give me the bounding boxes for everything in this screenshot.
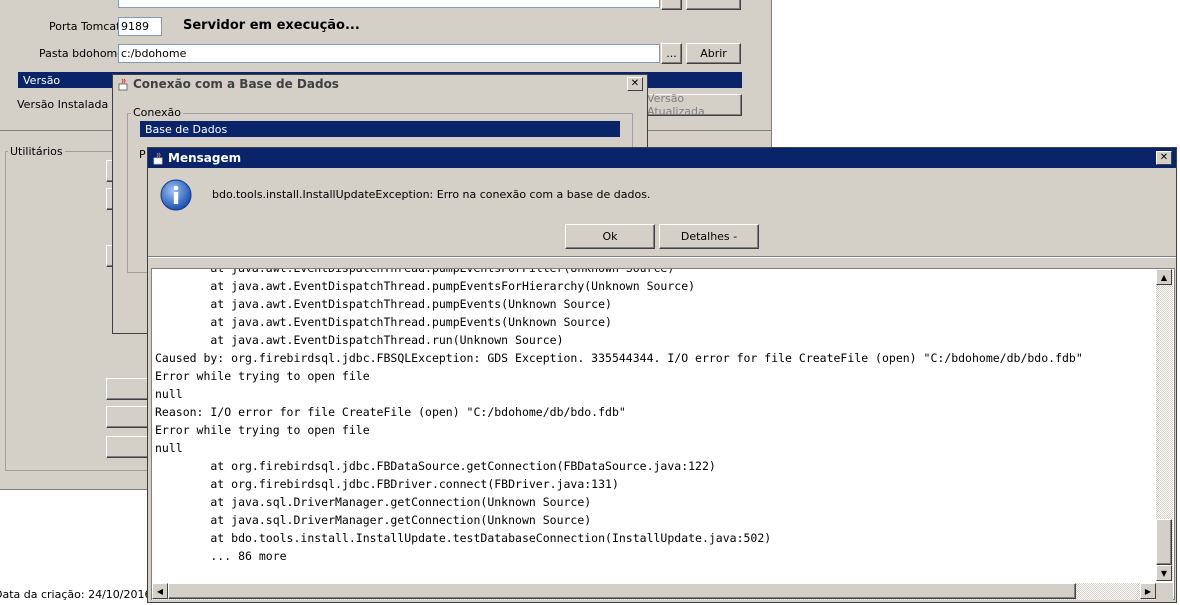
browse-button[interactable]: ...	[661, 43, 682, 64]
server-status: Servidor em execução...	[183, 18, 360, 33]
stack-trace-line: Error while trying to open file	[155, 369, 370, 383]
stack-trace-line: at java.awt.EventDispatchThread.pumpEven…	[155, 279, 696, 293]
stack-trace-line: at bdo.tools.install.InstallUpdate.testD…	[155, 531, 772, 545]
utility-button-5[interactable]	[106, 406, 150, 428]
java-icon	[116, 77, 130, 91]
stack-trace-line: at java.awt.EventDispatchThread.pumpEven…	[155, 268, 675, 275]
top-field[interactable]	[118, 0, 660, 8]
stack-trace-line: at org.firebirdsql.jdbc.FBDriver.connect…	[155, 477, 619, 491]
horizontal-scroll-thumb[interactable]	[168, 583, 1076, 599]
bdohome-input[interactable]: c:/bdohome	[118, 44, 660, 63]
scroll-up-button[interactable]: ▲	[1156, 269, 1172, 285]
stack-trace-line: at java.awt.EventDispatchThread.pumpEven…	[155, 297, 612, 311]
stack-trace-text: at java.awt.EventDispatchThread.pumpEven…	[155, 268, 1083, 565]
scroll-left-button[interactable]: ◀	[152, 583, 168, 599]
dialog-separator-highlight	[148, 257, 1176, 258]
scroll-right-button[interactable]: ▶	[1140, 583, 1156, 599]
stack-trace-line: Error while trying to open file	[155, 423, 370, 437]
stack-trace-line: Reason: I/O error for file CreateFile (o…	[155, 405, 626, 419]
top-browse-button[interactable]	[661, 0, 682, 10]
message-title: Mensagem	[168, 151, 242, 165]
details-button[interactable]: Detalhes -	[659, 224, 759, 249]
utilities-group-title: Utilitários	[8, 145, 65, 158]
stack-trace-line: null	[155, 441, 183, 455]
stack-trace-line: at java.sql.DriverManager.getConnection(…	[155, 495, 592, 509]
conexao-partial-label: P	[139, 148, 146, 161]
open-button[interactable]: Abrir	[686, 43, 741, 64]
database-tab-row[interactable]: Base de Dados	[140, 121, 620, 137]
message-close-button[interactable]: ✕	[1156, 151, 1172, 165]
stack-trace-line: at java.awt.EventDispatchThread.run(Unkn…	[155, 333, 564, 347]
vertical-scroll-thumb[interactable]	[1156, 519, 1172, 565]
stack-trace-line: ... 86 more	[155, 549, 287, 563]
ok-button[interactable]: Ok	[565, 224, 655, 249]
conexao-group-title: Conexão	[131, 106, 183, 119]
scroll-corner	[1156, 583, 1173, 600]
stack-trace-line: null	[155, 387, 183, 401]
message-dialog: Mensagem ✕ bdo.tools.install.InstallUpda…	[147, 147, 1177, 603]
conexao-close-button[interactable]: ✕	[627, 77, 643, 91]
updated-version-label: Versão Atualizada	[647, 92, 705, 118]
scroll-down-button[interactable]: ▼	[1156, 565, 1172, 581]
message-titlebar: Mensagem	[148, 148, 1176, 168]
top-action-button[interactable]	[686, 0, 741, 10]
stack-trace-line: at java.awt.EventDispatchThread.pumpEven…	[155, 315, 612, 329]
installed-version-label: Versão Instalada	[17, 98, 109, 111]
utility-button-4[interactable]	[106, 378, 150, 400]
stack-trace-line: at org.firebirdsql.jdbc.FBDataSource.get…	[155, 459, 716, 473]
stack-trace-line: Caused by: org.firebirdsql.jdbc.FBSQLExc…	[155, 351, 1083, 365]
tomcat-port-input[interactable]: 9189	[118, 17, 162, 36]
message-text: bdo.tools.install.InstallUpdateException…	[212, 188, 651, 201]
stack-trace-area[interactable]: at java.awt.EventDispatchThread.pumpEven…	[151, 268, 1175, 600]
utility-button-6[interactable]	[106, 436, 150, 458]
conexao-titlebar: Conexão com a Base de Dados	[113, 75, 647, 93]
creation-date-label: Data da criação: 24/10/2016 09	[0, 588, 169, 601]
java-icon	[151, 151, 165, 165]
tomcat-port-label: Porta Tomcat	[49, 20, 121, 33]
stack-trace-line: at java.sql.DriverManager.getConnection(…	[155, 513, 592, 527]
info-icon	[160, 179, 192, 211]
bdohome-label: Pasta bdohome	[39, 47, 125, 60]
conexao-title: Conexão com a Base de Dados	[133, 77, 339, 91]
